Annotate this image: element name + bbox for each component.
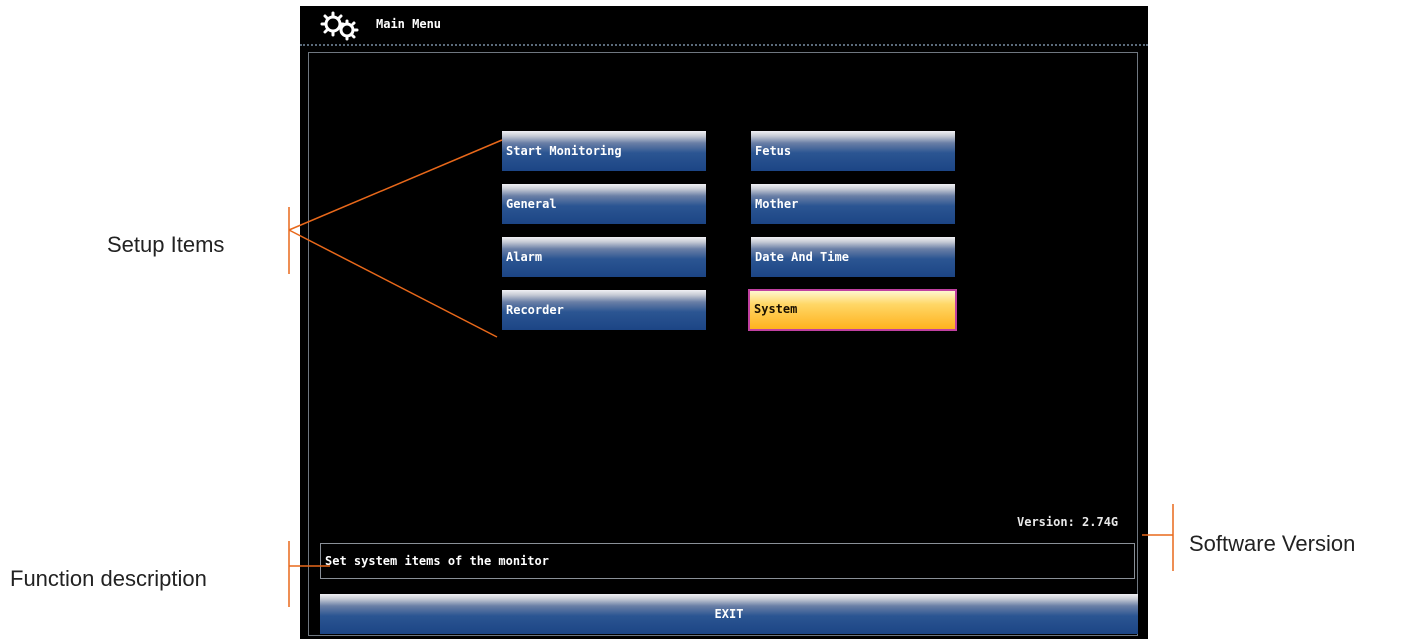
recorder-button[interactable]: Recorder [502, 290, 706, 330]
annotation-software-version: Software Version [1189, 531, 1356, 556]
function-description: Set system items of the monitor [320, 543, 1135, 579]
monitor-screen: Main Menu Start Monitoring Fetus General… [300, 6, 1148, 639]
software-version: Version: 2.74G [1017, 515, 1119, 529]
gears-icon [320, 11, 359, 41]
date-and-time-button[interactable]: Date And Time [751, 237, 955, 277]
general-button[interactable]: General [502, 184, 706, 224]
window-title: Main Menu [376, 17, 442, 31]
title-bar: Main Menu [300, 6, 1148, 46]
annotation-function-description: Function description [10, 566, 207, 591]
alarm-button[interactable]: Alarm [502, 237, 706, 277]
mother-button[interactable]: Mother [751, 184, 955, 224]
exit-button[interactable]: EXIT [320, 594, 1138, 634]
annotation-setup-items: Setup Items [107, 232, 225, 257]
system-button[interactable]: System [748, 289, 957, 331]
fetus-button[interactable]: Fetus [751, 131, 955, 171]
start-monitoring-button[interactable]: Start Monitoring [502, 131, 706, 171]
